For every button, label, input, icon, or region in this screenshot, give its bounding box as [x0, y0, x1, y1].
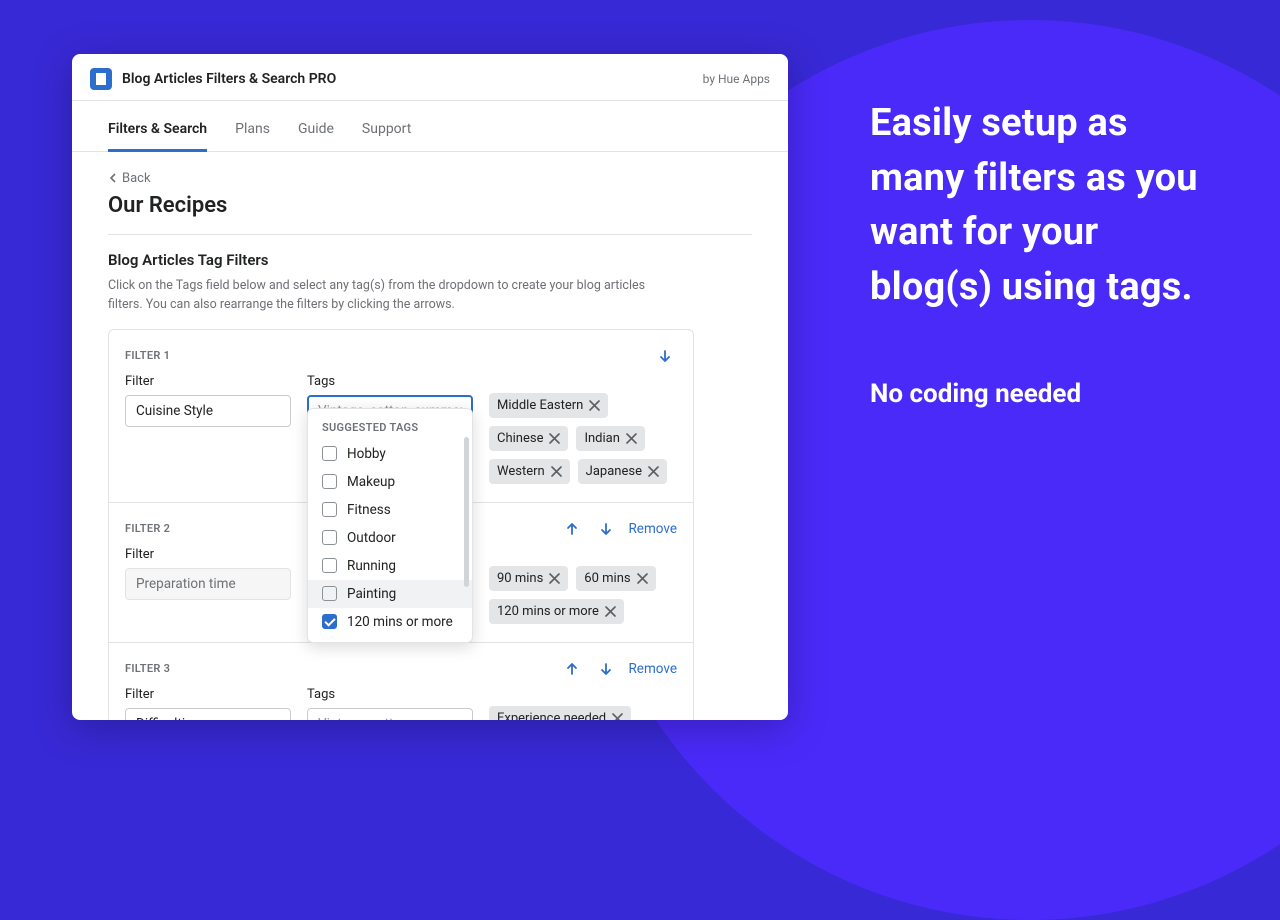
filter-block-1: FILTER 1 Filter Tags SUGGESTED TAGS: [109, 330, 693, 503]
chip-label: Indian: [584, 431, 619, 446]
remove-tag-icon[interactable]: [549, 433, 560, 444]
tab-support[interactable]: Support: [362, 111, 411, 151]
section-help: Click on the Tags field below and select…: [108, 277, 668, 315]
chip-label: Japanese: [586, 464, 642, 479]
option-label: Outdoor: [347, 530, 396, 546]
checkbox[interactable]: [322, 530, 337, 545]
app-by: by Hue Apps: [703, 72, 770, 86]
promo-panel: Easily setup as many filters as you want…: [870, 96, 1230, 409]
tag-chip: 120 mins or more: [489, 599, 624, 624]
move-down-button[interactable]: [594, 657, 618, 681]
promo-headline: Easily setup as many filters as you want…: [870, 96, 1230, 315]
filter-number: FILTER 1: [125, 349, 170, 362]
tag-chip: Experience needed: [489, 706, 631, 721]
tab-filters-search[interactable]: Filters & Search: [108, 111, 207, 152]
page-title: Our Recipes: [108, 193, 752, 218]
option-label: Hobby: [347, 446, 386, 462]
suggested-tag-option[interactable]: 120 mins or more: [308, 608, 472, 636]
dropdown-scrollbar[interactable]: [464, 437, 469, 587]
chip-label: 60 mins: [584, 571, 630, 586]
checkbox[interactable]: [322, 474, 337, 489]
filter-name-input[interactable]: [125, 708, 291, 721]
remove-tag-icon[interactable]: [549, 573, 560, 584]
filter-label: Filter: [125, 687, 291, 702]
section-title: Blog Articles Tag Filters: [108, 251, 752, 269]
tab-plans[interactable]: Plans: [235, 111, 270, 151]
tag-chip: Japanese: [578, 459, 667, 484]
suggested-tags-dropdown: SUGGESTED TAGS Hobby Makeup Fitness Outdoor…: [307, 408, 473, 643]
suggested-tag-option[interactable]: Fitness: [308, 496, 472, 524]
move-down-button[interactable]: [594, 517, 618, 541]
remove-tag-icon[interactable]: [648, 466, 659, 477]
filters-container: FILTER 1 Filter Tags SUGGESTED TAGS: [108, 329, 694, 721]
tags-input[interactable]: [307, 708, 473, 721]
tab-guide[interactable]: Guide: [298, 111, 334, 151]
chip-label: Middle Eastern: [497, 398, 583, 413]
tag-chip: Chinese: [489, 426, 568, 451]
app-card: Blog Articles Filters & Search PRO by Hu…: [72, 54, 788, 720]
option-label: Makeup: [347, 474, 395, 490]
suggested-tag-option[interactable]: Painting: [308, 580, 472, 608]
suggested-tag-option[interactable]: Running: [308, 552, 472, 580]
filter-name-input[interactable]: [125, 568, 291, 600]
filter-name-input[interactable]: [125, 395, 291, 427]
option-label: Painting: [347, 586, 396, 602]
tag-chip: 90 mins: [489, 566, 568, 591]
remove-tag-icon[interactable]: [605, 606, 616, 617]
suggested-tag-option[interactable]: Outdoor: [308, 524, 472, 552]
promo-sub: No coding needed: [870, 379, 1230, 409]
chip-label: Experience needed: [497, 711, 606, 721]
app-title: Blog Articles Filters & Search PRO: [122, 71, 336, 87]
remove-filter-link[interactable]: Remove: [628, 661, 677, 677]
chevron-left-icon: [108, 173, 118, 183]
tag-chip: 60 mins: [576, 566, 655, 591]
checkbox[interactable]: [322, 586, 337, 601]
back-link[interactable]: Back: [108, 171, 151, 186]
remove-tag-icon[interactable]: [626, 433, 637, 444]
dropdown-title: SUGGESTED TAGS: [308, 415, 472, 440]
move-down-button[interactable]: [653, 344, 677, 368]
chip-label: Chinese: [497, 431, 543, 446]
filter-label: Filter: [125, 547, 291, 562]
tags-label: Tags: [307, 374, 473, 389]
checkbox[interactable]: [322, 614, 337, 629]
option-label: Fitness: [347, 502, 391, 518]
filter-number: FILTER 2: [125, 522, 170, 535]
filter-label: Filter: [125, 374, 291, 389]
checkbox[interactable]: [322, 502, 337, 517]
checkbox[interactable]: [322, 558, 337, 573]
filter-number: FILTER 3: [125, 662, 170, 675]
chip-label: 90 mins: [497, 571, 543, 586]
remove-tag-icon[interactable]: [637, 573, 648, 584]
remove-tag-icon[interactable]: [551, 466, 562, 477]
tabs: Filters & Search Plans Guide Support: [72, 111, 788, 152]
tag-chip: Indian: [576, 426, 644, 451]
app-icon: [90, 68, 112, 90]
filter-block-3: FILTER 3 Remove Filter Tags: [109, 643, 693, 721]
topbar: Blog Articles Filters & Search PRO by Hu…: [72, 54, 788, 101]
option-label: 120 mins or more: [347, 614, 453, 630]
suggested-tag-option[interactable]: Makeup: [308, 468, 472, 496]
option-label: Running: [347, 558, 396, 574]
back-label: Back: [122, 171, 151, 186]
suggested-tag-option[interactable]: Hobby: [308, 440, 472, 468]
chip-label: 120 mins or more: [497, 604, 599, 619]
remove-tag-icon[interactable]: [589, 400, 600, 411]
checkbox[interactable]: [322, 446, 337, 461]
tag-chip: Middle Eastern: [489, 393, 608, 418]
tag-chip: Western: [489, 459, 570, 484]
move-up-button[interactable]: [560, 517, 584, 541]
remove-filter-link[interactable]: Remove: [628, 521, 677, 537]
move-up-button[interactable]: [560, 657, 584, 681]
remove-tag-icon[interactable]: [612, 713, 623, 721]
chip-label: Western: [497, 464, 545, 479]
tags-label: Tags: [307, 687, 473, 702]
